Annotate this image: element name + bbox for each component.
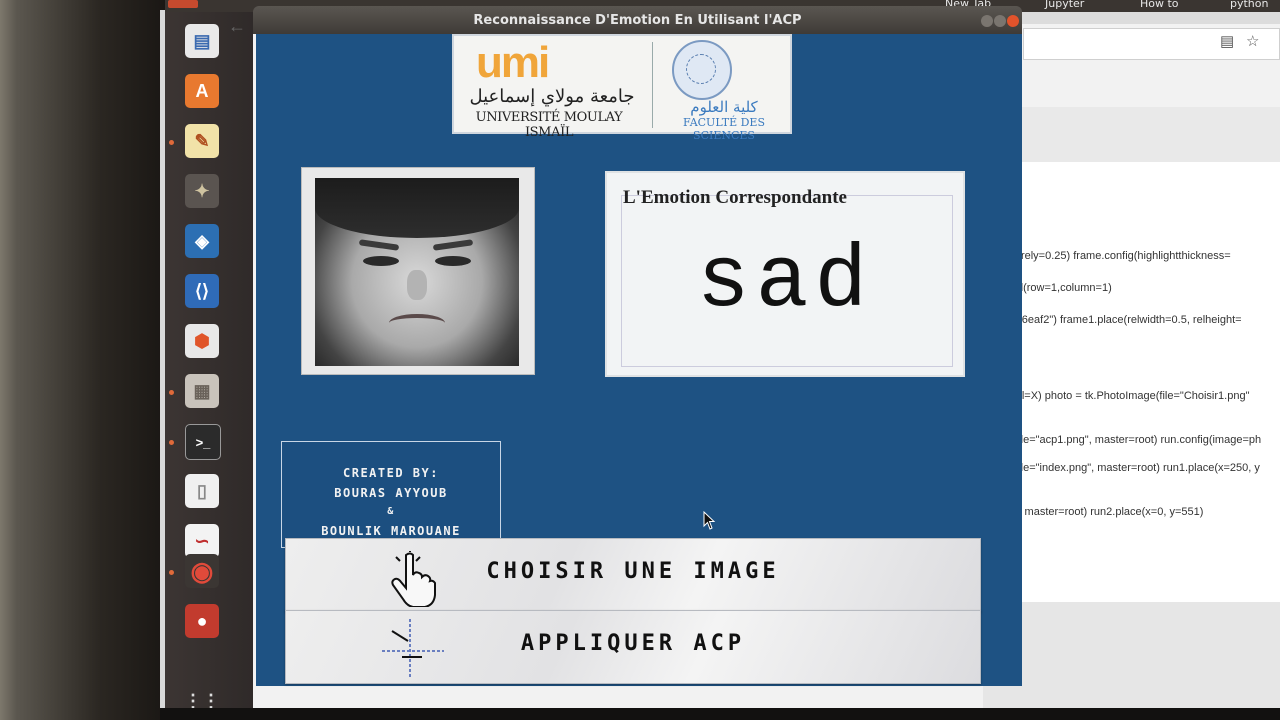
code-listing: =0.05, rely=0.25) frame.config(highlight…	[983, 162, 1280, 602]
face-nose	[407, 270, 427, 300]
credits-author-2: BOUNLIK MAROUANE	[321, 524, 461, 538]
code-line: bg="#d6eaf2") frame1.place(relwidth=0.5,…	[987, 314, 1242, 326]
university-logo: umi	[476, 38, 550, 88]
credits-ampersand: &	[387, 506, 395, 517]
choose-image-button[interactable]: CHOISIR UNE IMAGE	[285, 538, 981, 612]
university-name-french: UNIVERSITÉ MOULAY ISMAÏL	[475, 110, 623, 140]
logo-banner: umi جامعة مولاي إسماعيل UNIVERSITÉ MOULA…	[452, 34, 792, 142]
maximize-button[interactable]	[994, 15, 1006, 27]
face-eye	[435, 256, 471, 266]
topbar-tab-4[interactable]: python	[1230, 0, 1268, 10]
topbar-tab-2[interactable]: Jupyter	[1045, 0, 1084, 10]
chrome-icon: ◉	[190, 555, 214, 586]
face-brow	[358, 239, 400, 251]
emotion-value: sad	[696, 233, 874, 332]
apply-pca-label: APPLIQUER ACP	[520, 631, 746, 656]
minimize-button[interactable]	[981, 15, 993, 27]
reader-view-icon[interactable]: ▤	[1220, 32, 1234, 50]
monitor-bezel-left	[0, 0, 165, 720]
running-indicator	[169, 140, 174, 145]
file-cabinet-icon: ▦	[193, 380, 211, 401]
software-center-launcher[interactable]: A	[185, 74, 219, 108]
launcher-sidebar: ▤ A ✎ ✦ ◈ ⟨⟩ ⬢ ▦ >_ ▯ ∽ ◉ ● ⋮⋮	[165, 12, 253, 720]
notes-launcher[interactable]: ✎	[185, 124, 219, 158]
hexagon-icon: ⬢	[194, 330, 210, 351]
choose-image-label: CHOISIR UNE IMAGE	[486, 559, 780, 584]
faculty-seal-icon	[672, 40, 732, 100]
face-eye	[363, 256, 399, 266]
running-indicator	[169, 390, 174, 395]
files-launcher[interactable]: ▦	[185, 374, 219, 408]
recorder-launcher[interactable]: ●	[185, 604, 219, 638]
gimp-icon: ✦	[194, 180, 210, 201]
credits-heading: CREATED BY:	[343, 466, 439, 480]
face-brow	[432, 239, 474, 251]
document-launcher[interactable]: ▯	[185, 474, 219, 508]
app-launcher[interactable]: ⬢	[185, 324, 219, 358]
window-title: Reconnaissance D'Emotion En Utilisant l'…	[473, 13, 802, 28]
logo-divider	[652, 42, 653, 128]
text-editor-launcher[interactable]: ▤	[185, 24, 219, 58]
bookmark-star-icon[interactable]: ☆	[1246, 32, 1259, 50]
vscode-launcher[interactable]: ⟨⟩	[185, 274, 219, 308]
face-image	[315, 178, 519, 366]
terminal-launcher[interactable]: >_	[185, 424, 221, 460]
document-icon: ▤	[193, 30, 211, 51]
blank-document-icon: ▯	[197, 480, 207, 501]
chrome-launcher[interactable]: ◉	[185, 554, 219, 588]
code-line: pack(fill=X) photo = tk.PhotoImage(file=…	[987, 390, 1250, 402]
face-hair	[315, 178, 519, 238]
code-editor-icon: ⟨⟩	[194, 280, 210, 301]
cube-icon: ◈	[195, 230, 209, 251]
face-mouth	[389, 314, 445, 332]
page-footer	[983, 602, 1280, 708]
running-indicator	[169, 570, 174, 575]
gimp-launcher[interactable]: ✦	[185, 174, 219, 208]
window-titlebar[interactable]: Reconnaissance D'Emotion En Utilisant l'…	[253, 6, 1022, 34]
emotion-heading: L'Emotion Correspondante	[623, 187, 847, 208]
topbar-indicator	[168, 0, 198, 8]
emotion-result-panel: L'Emotion Correspondante sad	[605, 171, 965, 377]
code-line: nage(file="acp1.png", master=root) run.c…	[987, 434, 1262, 446]
credits-author-1: BOURAS AYYOUB	[334, 486, 448, 500]
back-arrow-icon[interactable]: ←	[228, 16, 248, 36]
page-header	[983, 107, 1280, 162]
app-content: umi جامعة مولاي إسماعيل UNIVERSITÉ MOULA…	[256, 34, 1022, 686]
address-bar[interactable]: ▤ ☆	[1023, 28, 1280, 60]
terminal-icon: >_	[195, 434, 211, 450]
apply-pca-button[interactable]: APPLIQUER ACP	[285, 610, 981, 684]
running-indicator	[169, 440, 174, 445]
virtualbox-launcher[interactable]: ◈	[185, 224, 219, 258]
curve-icon: ∽	[194, 530, 210, 551]
university-mark: umi	[476, 38, 550, 87]
close-button[interactable]	[1007, 15, 1019, 27]
editor-launcher[interactable]: ∽	[185, 524, 219, 558]
pencil-icon: ✎	[194, 130, 210, 151]
topbar-tab-3[interactable]: How to	[1140, 0, 1179, 10]
software-bag-icon: A	[195, 80, 209, 101]
mouse-cursor-icon	[703, 510, 717, 531]
credits-box: CREATED BY: BOURAS AYYOUB & BOUNLIK MARO…	[281, 441, 501, 548]
record-icon: ●	[196, 610, 208, 631]
university-name-arabic: جامعة مولاي إسماعيل	[469, 86, 635, 107]
app-window: Reconnaissance D'Emotion En Utilisant l'…	[253, 6, 1022, 686]
faculty-name-french: FACULTÉ DES SCIENCES	[683, 116, 765, 142]
monitor-bezel-bottom	[160, 708, 1280, 720]
faculty-name-arabic: كلية العلوم	[690, 98, 758, 116]
code-line: =0.05, rely=0.25) frame.config(highlight…	[987, 250, 1231, 262]
code-line: nage(file="index.png", master=root) run1…	[987, 462, 1260, 474]
input-image-frame	[301, 167, 535, 375]
